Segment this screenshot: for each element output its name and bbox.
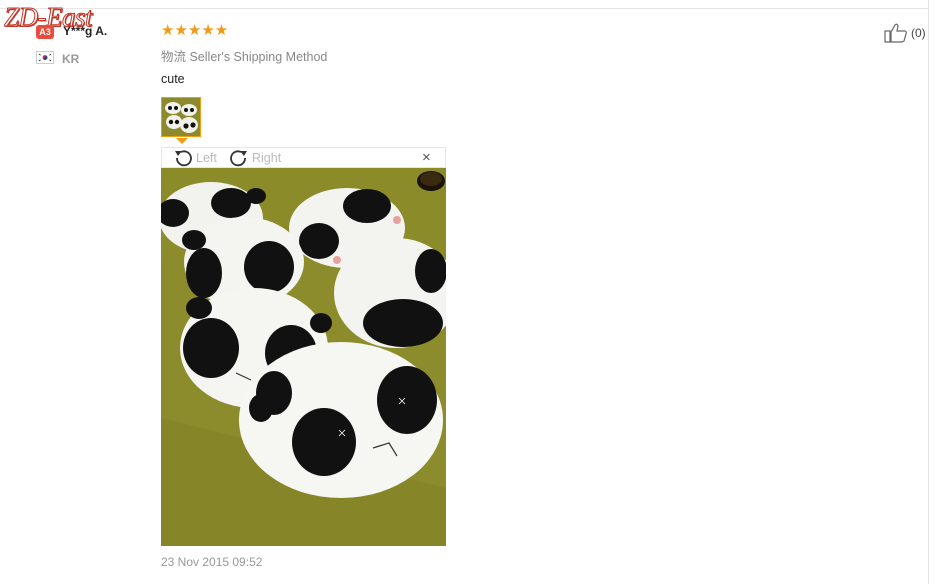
review-photo-large — [161, 168, 446, 546]
thumbnail-active-pointer — [176, 138, 188, 144]
review-text: cute — [161, 72, 185, 86]
reviewer-country: KR — [62, 52, 80, 66]
rotate-right-icon — [228, 149, 250, 170]
shipping-method: 物流 Seller's Shipping Method — [161, 50, 328, 64]
rotate-left-icon — [172, 149, 194, 170]
buyer-level-badge: A3 — [36, 25, 54, 39]
photo-viewer-toolbar: Left Right × — [161, 147, 446, 168]
helpful-count: (0) — [911, 26, 926, 40]
rotate-left-label: Left — [196, 151, 217, 165]
content-right-border — [928, 0, 929, 584]
thumbs-up-icon — [884, 23, 908, 48]
review-photo-thumbnail[interactable] — [161, 97, 201, 137]
korea-flag-icon — [36, 51, 54, 64]
rotate-right-button[interactable]: Right — [228, 148, 298, 168]
rating-stars: ★★★★★ — [161, 22, 229, 39]
review-date: 23 Nov 2015 09:52 — [161, 555, 263, 569]
review-top-divider — [0, 8, 928, 9]
reviewer-name: Y***g A. — [63, 24, 108, 38]
rotate-left-button[interactable]: Left — [172, 148, 232, 168]
close-viewer-button[interactable]: × — [422, 150, 431, 166]
rotate-right-label: Right — [252, 151, 282, 165]
